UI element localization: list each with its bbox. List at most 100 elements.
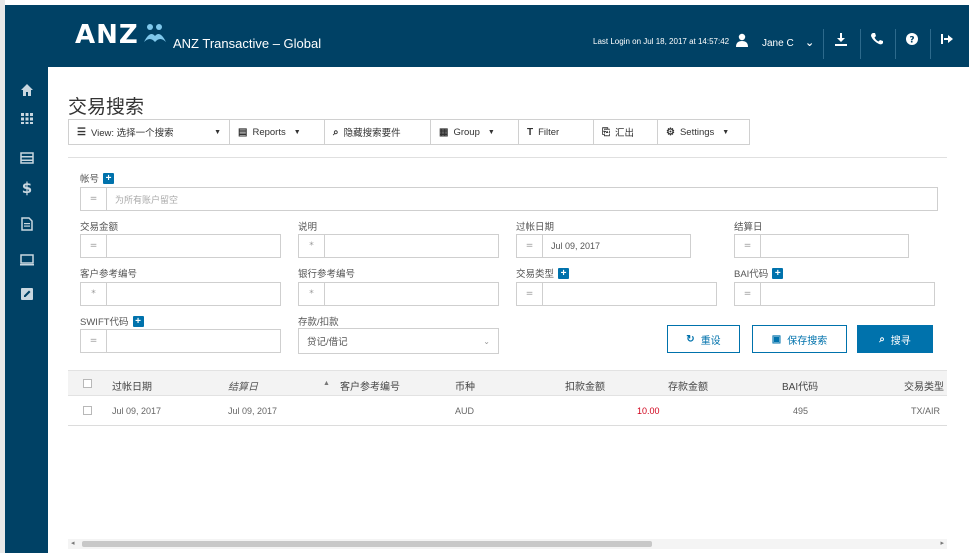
divider [860, 29, 861, 59]
col-settlement-date[interactable]: 结算日 [228, 378, 258, 393]
operator-contains[interactable]: * [299, 283, 325, 305]
scroll-right-icon[interactable]: ▸ [940, 539, 944, 547]
settings-button[interactable]: ⚙ Settings ▼ [657, 119, 750, 145]
description-field[interactable]: * [298, 234, 499, 258]
help-icon[interactable]: ? [906, 33, 918, 45]
divider [895, 29, 896, 59]
operator-equals[interactable]: = [517, 283, 543, 305]
settlement-date-label: 结算日 [734, 222, 763, 233]
anz-logo[interactable]: ANZ [75, 20, 168, 50]
col-posting-date[interactable]: 过帐日期 [112, 378, 152, 393]
list-view-icon: ☰ [77, 126, 86, 138]
app-frame: ANZ ANZ Transactive – Global Last Login … [0, 0, 969, 553]
svg-text:?: ? [909, 36, 914, 46]
bai-code-label-text: BAI代码 [734, 269, 769, 280]
txn-type-label: 交易类型 + [516, 266, 570, 280]
cell-currency: AUD [455, 406, 475, 416]
reset-button[interactable]: ↻ 重设 [667, 325, 740, 353]
operator-equals[interactable]: = [81, 188, 107, 210]
col-customer-ref[interactable]: 客户参考编号 [340, 378, 400, 393]
account-label: 帐号 + [80, 171, 115, 185]
app-title: ANZ Transactive – Global [173, 36, 322, 51]
txn-type-field[interactable]: = [516, 282, 717, 306]
add-bai-code-plus-icon[interactable]: + [772, 267, 784, 279]
view-select-button[interactable]: ☰ View: 选择一个搜索 ▼ [68, 119, 230, 145]
scroll-left-icon[interactable]: ◂ [71, 539, 75, 547]
bai-code-field[interactable]: = [734, 282, 935, 306]
add-txn-type-plus-icon[interactable]: + [558, 267, 570, 279]
user-name[interactable]: Jane C [762, 38, 794, 49]
sort-asc-icon[interactable]: ▲ [323, 380, 330, 387]
col-txn-type[interactable]: 交易类型 [904, 378, 944, 393]
sidebar: $ [5, 67, 48, 553]
posting-date-label: 过帐日期 [516, 222, 555, 233]
operator-equals[interactable]: = [81, 235, 107, 257]
monitor-icon[interactable] [20, 253, 34, 267]
search-icon: ⌕ [333, 126, 339, 138]
list-icon[interactable] [20, 151, 34, 165]
cell-txn-type: TX/AIR [911, 406, 941, 416]
operator-contains[interactable]: * [81, 283, 107, 305]
export-button[interactable]: ⎘ 汇出 [593, 119, 658, 145]
group-label: Group [453, 126, 480, 138]
col-bai-code[interactable]: BAI代码 [782, 378, 818, 393]
account-field[interactable]: = 为所有账户留空 [80, 187, 938, 211]
filter-icon: T [527, 126, 534, 138]
select-all-checkbox[interactable] [83, 379, 92, 388]
download-icon[interactable] [835, 33, 847, 46]
amount-field[interactable]: = [80, 234, 281, 258]
customer-ref-field[interactable]: * [80, 282, 281, 306]
swift-code-field[interactable]: = [80, 329, 281, 353]
group-button[interactable]: ▦ Group ▼ [430, 119, 519, 145]
swift-code-label-text: SWIFT代码 [80, 317, 129, 328]
posting-date-field[interactable]: = Jul 09, 2017 [516, 234, 691, 258]
home-icon[interactable] [20, 83, 34, 97]
user-icon [736, 33, 748, 47]
edit-icon[interactable] [20, 287, 34, 301]
hide-search-criteria-button[interactable]: ⌕ 隐藏搜索要件 [324, 119, 431, 145]
operator-equals[interactable]: = [81, 330, 107, 352]
operator-equals[interactable]: = [517, 235, 543, 257]
customer-ref-label: 客户参考编号 [80, 269, 138, 280]
col-credit-amount[interactable]: 存款金额 [668, 378, 708, 393]
search-button[interactable]: ⌕ 搜寻 [857, 325, 933, 353]
col-debit-amount[interactable]: 扣款金额 [565, 378, 605, 393]
cell-bai-code: 495 [793, 406, 809, 416]
posting-date-input[interactable]: Jul 09, 2017 [543, 241, 600, 251]
phone-icon[interactable] [871, 33, 883, 45]
view-select-label: View: 选择一个搜索 [90, 128, 174, 139]
add-swift-code-plus-icon[interactable]: + [132, 315, 144, 327]
reset-icon: ↻ [686, 333, 695, 345]
top-bar: ANZ ANZ Transactive – Global Last Login … [5, 5, 969, 67]
divider [930, 29, 931, 59]
chevron-down-icon[interactable]: ⌄ [805, 36, 814, 49]
save-search-label: 保存搜索 [787, 335, 828, 347]
account-input[interactable]: 为所有账户留空 [107, 193, 178, 206]
save-icon: ▣ [771, 333, 782, 345]
reports-button[interactable]: ▤ Reports ▼ [229, 119, 325, 145]
horizontal-scrollbar[interactable]: ◂ ▸ [68, 539, 947, 549]
operator-contains[interactable]: * [299, 235, 325, 257]
bank-ref-field[interactable]: * [298, 282, 499, 306]
chevron-down-icon: ⌄ [483, 336, 490, 346]
group-icon: ▦ [439, 126, 449, 138]
deposit-select[interactable]: 贷记/借记 ⌄ [298, 328, 499, 354]
col-currency[interactable]: 币种 [455, 378, 475, 393]
grid-icon[interactable] [20, 111, 34, 125]
operator-equals[interactable]: = [735, 283, 761, 305]
filter-button[interactable]: T Filter [518, 119, 594, 145]
dollar-icon[interactable]: $ [20, 181, 34, 196]
document-icon[interactable] [20, 217, 34, 231]
page-title: 交易搜索 [68, 96, 145, 118]
row-checkbox[interactable] [83, 406, 92, 415]
results-table-header: 过帐日期 结算日 ▲ 客户参考编号 币种 扣款金额 存款金额 BAI代码 交易类… [68, 370, 947, 396]
operator-equals[interactable]: = [735, 235, 761, 257]
logout-icon[interactable] [941, 33, 953, 45]
report-icon: ▤ [238, 126, 248, 138]
scrollbar-thumb[interactable] [82, 541, 652, 547]
add-account-plus-icon[interactable]: + [103, 172, 115, 184]
save-search-button[interactable]: ▣ 保存搜索 [752, 325, 847, 353]
settlement-date-field[interactable]: = [734, 234, 909, 258]
table-row[interactable]: Jul 09, 2017 Jul 09, 2017 AUD 10.00 495 … [68, 396, 947, 426]
reset-label: 重设 [700, 335, 721, 347]
